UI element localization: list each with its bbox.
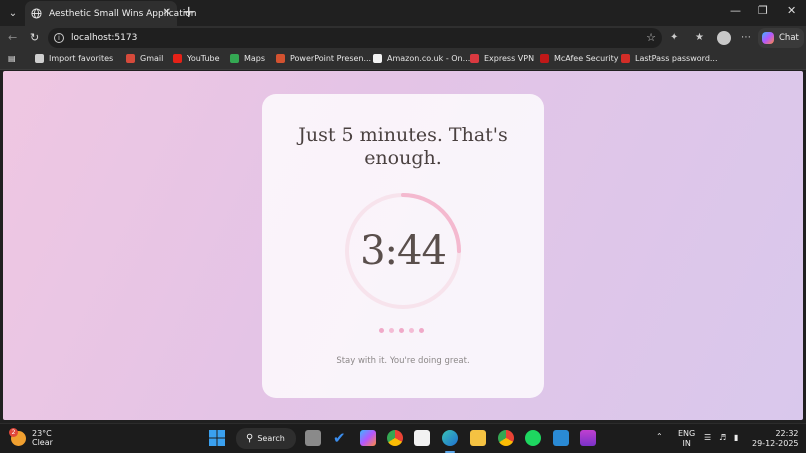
start-icon[interactable] [209, 430, 225, 446]
close-tab-icon[interactable]: ✕ [163, 7, 171, 18]
favorite-lastpass[interactable]: LastPass password... [621, 54, 718, 63]
favorite-amazon[interactable]: Amazon.co.uk - On... [373, 54, 470, 63]
favorites-icon[interactable]: ★ [695, 32, 704, 43]
minimize-icon[interactable]: — [730, 4, 741, 17]
taskbar-search[interactable]: ⚲ Search [236, 428, 296, 449]
favorite-powerpoint[interactable]: PowerPoint Presen... [276, 54, 371, 63]
chrome-profile-icon[interactable] [498, 430, 514, 446]
profile-avatar[interactable] [717, 31, 731, 45]
new-tab-icon[interactable]: + [182, 4, 195, 20]
copilot-icon [762, 32, 774, 44]
amazon-icon [373, 54, 382, 63]
tab-bar: ⌄ Aesthetic Small Wins Application ✕ + —… [0, 0, 806, 26]
favorite-maps[interactable]: Maps [230, 54, 265, 63]
favorites-bar: ▤ Import favorites Gmail YouTube Maps Po… [0, 50, 806, 70]
favorite-youtube[interactable]: YouTube [173, 54, 220, 63]
file-explorer-icon[interactable] [470, 430, 486, 446]
favorite-label: McAfee Security [554, 54, 619, 63]
copilot-label: Chat [779, 33, 799, 43]
favorite-mcafee[interactable]: McAfee Security [540, 54, 619, 63]
vscode-icon[interactable] [553, 430, 569, 446]
close-window-icon[interactable]: ✕ [787, 4, 796, 17]
progress-dot [409, 328, 414, 333]
globe-icon [31, 8, 42, 19]
wifi-icon[interactable]: ☰ [704, 433, 711, 442]
weather-sun-icon: 2 [9, 427, 26, 446]
gmail-icon [126, 54, 135, 63]
clipchamp-icon[interactable] [580, 430, 596, 446]
favorite-label: Amazon.co.uk - On... [387, 54, 471, 63]
favorite-star-icon[interactable]: ☆ [646, 31, 656, 44]
favorite-label: LastPass password... [635, 54, 718, 63]
weather-widget[interactable]: 2 23°C Clear [9, 427, 53, 447]
favorite-gmail[interactable]: Gmail [126, 54, 163, 63]
language-indicator[interactable]: ENG IN [678, 429, 695, 449]
url-text: localhost:5173 [71, 33, 138, 43]
system-clock[interactable]: 22:32 29-12-2025 [752, 429, 799, 449]
search-label: Search [257, 434, 285, 443]
reload-icon[interactable]: ↻ [30, 31, 39, 44]
powerpoint-icon [276, 54, 285, 63]
todo-icon[interactable]: ✔ [333, 430, 349, 446]
timer-card: Just 5 minutes. That's enough. 3:44 Stay… [262, 94, 544, 398]
site-info-icon[interactable]: i [54, 33, 64, 43]
timer-display: 3:44 [360, 228, 447, 274]
lastpass-icon [621, 54, 630, 63]
progress-dot [399, 328, 404, 333]
notification-badge: 2 [9, 427, 18, 437]
favorite-label: Express VPN [484, 54, 535, 63]
back-icon[interactable]: ← [8, 31, 17, 44]
copilot-app-icon[interactable] [360, 430, 376, 446]
taskbar: 2 23°C Clear ⚲ Search ✔ ⌃ ENG IN ☰ ♬ ▮ 2… [0, 423, 806, 453]
youtube-icon [173, 54, 182, 63]
progress-dot [419, 328, 424, 333]
mcafee-icon [540, 54, 549, 63]
favorite-label: Import favorites [49, 54, 114, 63]
tab-title: Aesthetic Small Wins Application [49, 8, 197, 19]
show-hidden-icons-chevron-icon[interactable]: ⌃ [656, 432, 663, 441]
clock-date: 29-12-2025 [752, 439, 799, 448]
extensions-icon[interactable]: ✦ [670, 32, 678, 43]
collections-icon[interactable]: ▤ [8, 54, 16, 63]
task-view-icon[interactable] [305, 430, 321, 446]
address-bar[interactable]: i localhost:5173 ☆ [48, 28, 662, 48]
favorite-expressvpn[interactable]: Express VPN [470, 54, 534, 63]
tab-active[interactable]: Aesthetic Small Wins Application ✕ [25, 1, 196, 26]
progress-dot [379, 328, 384, 333]
page-heading: Just 5 minutes. That's enough. [298, 124, 508, 169]
battery-icon[interactable]: ▮ [734, 433, 738, 442]
search-icon: ⚲ [246, 433, 254, 444]
more-options-icon[interactable]: ⋯ [741, 32, 751, 43]
favorite-label: Maps [244, 54, 266, 63]
favorite-import[interactable]: Import favorites [35, 54, 113, 63]
spotify-icon[interactable] [525, 430, 541, 446]
expressvpn-icon [470, 54, 479, 63]
progress-dots [379, 328, 424, 333]
favorite-label: YouTube [187, 54, 220, 63]
app-page: Just 5 minutes. That's enough. 3:44 Stay… [3, 71, 803, 420]
import-icon [35, 54, 44, 63]
encouragement-text: Stay with it. You're doing great. [336, 356, 470, 366]
progress-dot [389, 328, 394, 333]
address-row: ← ↻ i localhost:5173 ☆ ✦ ★ ⋯ [0, 26, 806, 50]
chrome-icon[interactable] [387, 430, 403, 446]
weather-temp: 23°C [32, 429, 52, 438]
maps-icon [230, 54, 239, 63]
volume-icon[interactable]: ♬ [719, 433, 726, 442]
copilot-chat-button[interactable]: Chat [758, 28, 804, 48]
restore-icon[interactable]: ❐ [758, 4, 768, 17]
tab-actions-chevron-icon[interactable]: ⌄ [4, 4, 22, 22]
store-icon[interactable] [414, 430, 430, 446]
timer-ring: 3:44 [342, 190, 464, 312]
favorite-label: PowerPoint Presen... [290, 54, 372, 63]
clock-time: 22:32 [775, 429, 799, 438]
lang-bottom: IN [682, 439, 691, 448]
favorite-label: Gmail [140, 54, 164, 63]
lang-top: ENG [678, 429, 696, 438]
weather-desc: Clear [32, 438, 53, 447]
edge-icon[interactable] [442, 430, 458, 446]
